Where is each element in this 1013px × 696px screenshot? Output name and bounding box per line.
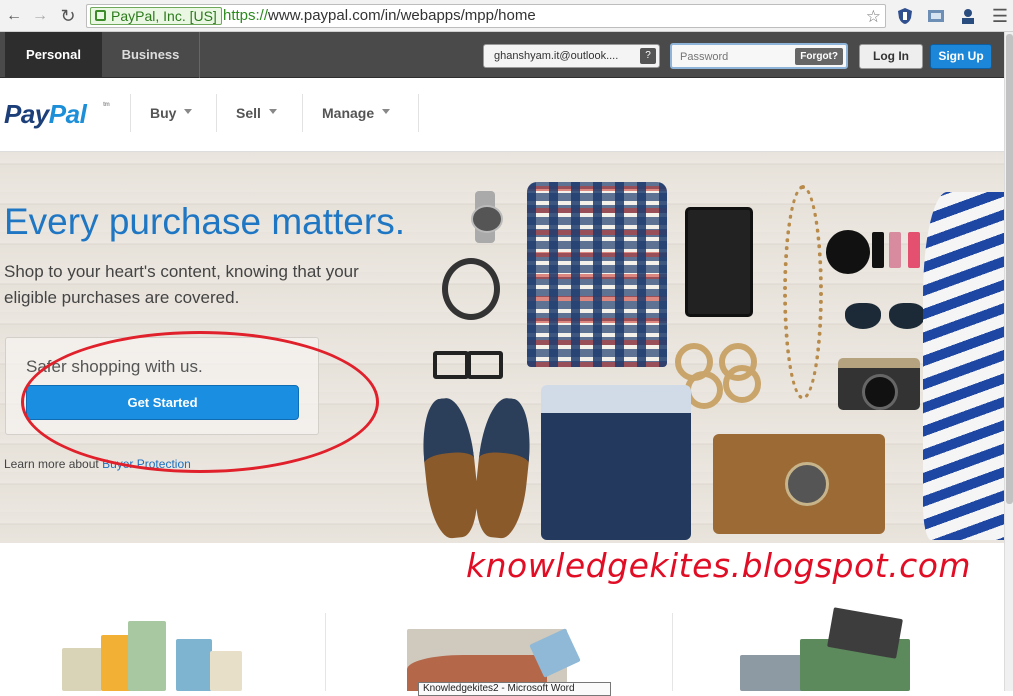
striped-dress-image: [923, 192, 1004, 540]
scrollbar-thumb[interactable]: [1006, 34, 1013, 504]
url-text[interactable]: https://www.paypal.com/in/webapps/mpp/ho…: [223, 5, 536, 27]
forward-arrow-icon[interactable]: →: [30, 6, 50, 26]
buyer-protection-link[interactable]: Buyer Protection: [102, 457, 191, 471]
nav-divider: [418, 94, 419, 132]
tablet-image: [685, 207, 753, 317]
hero-title: Every purchase matters.: [4, 201, 405, 242]
menu-icon[interactable]: ☰: [990, 6, 1010, 26]
logo-pay: Pay: [4, 99, 49, 129]
safer-shopping-box: Safer shopping with us. Get Started: [5, 337, 319, 435]
password-input[interactable]: [680, 48, 790, 66]
signup-button[interactable]: Sign Up: [930, 44, 992, 69]
browser-toolbar: ← → ↻ PayPal, Inc. [US] https://www.payp…: [0, 0, 1013, 32]
safer-shopping-label: Safer shopping with us.: [26, 357, 203, 376]
paypal-account-bar: Personal Business ghanshyam.it@outlook..…: [0, 32, 1004, 78]
chevron-down-icon: [382, 108, 391, 114]
shopping-bag-image: [62, 648, 102, 691]
chevron-down-icon: [268, 108, 277, 114]
column-divider: [672, 613, 673, 691]
watch-image: [471, 191, 503, 243]
nav-manage-label: Manage: [322, 105, 375, 121]
bangle: [723, 365, 761, 403]
shopping-bag-image: [101, 635, 131, 691]
jeans-image: [541, 385, 691, 540]
password-field-wrapper: Forgot?: [670, 43, 848, 69]
screenshot-extension-icon[interactable]: [926, 6, 946, 26]
tab-business[interactable]: Business: [102, 32, 200, 78]
nav-buy[interactable]: Buy: [130, 94, 216, 132]
login-button[interactable]: Log In: [859, 44, 923, 69]
shopping-bag-image: [210, 651, 242, 691]
chevron-down-icon: [184, 108, 193, 114]
compact-image: [826, 230, 870, 274]
learn-more-text: Learn more about Buyer Protection: [4, 457, 191, 471]
nav-sell-label: Sell: [236, 105, 261, 121]
learn-more-prefix: Learn more about: [4, 457, 99, 471]
email-field[interactable]: ghanshyam.it@outlook.... ?: [483, 44, 660, 68]
bookmark-star-icon[interactable]: ☆: [866, 6, 881, 28]
blog-watermark: knowledgekites.blogspot.com: [466, 546, 972, 585]
sunglasses-image: [845, 303, 925, 331]
lock-icon: [95, 10, 106, 21]
profile-extension-icon[interactable]: [958, 6, 978, 26]
eyeglasses-image: [433, 351, 503, 379]
belt-image: [442, 258, 500, 320]
shopping-bag-image: [128, 621, 166, 691]
main-navigation: PayPal tm Buy Sell Manage: [0, 78, 1004, 152]
shopping-bag-image: [176, 639, 212, 691]
shield-extension-icon[interactable]: [895, 6, 915, 26]
column-divider: [325, 613, 326, 691]
email-help-button[interactable]: ?: [640, 48, 656, 64]
plaid-shirt-image: [527, 182, 667, 367]
reload-icon[interactable]: ↻: [58, 6, 78, 26]
clutch-bag-image: [713, 434, 885, 534]
tab-personal[interactable]: Personal: [5, 32, 102, 78]
nail-polish-image: [872, 232, 884, 268]
url-scheme: https://: [223, 7, 269, 24]
back-arrow-icon[interactable]: ←: [4, 6, 24, 26]
taskbar-tooltip: Knowledgekites2 - Microsoft Word: [418, 682, 611, 696]
paypal-logo[interactable]: PayPal tm: [4, 99, 110, 130]
logo-pal: Pal: [48, 99, 87, 129]
url-path: www.paypal.com/in/webapps/mpp/home: [268, 7, 536, 24]
page-scrollbar[interactable]: [1004, 32, 1013, 691]
nail-polish-image: [889, 232, 901, 268]
nav-manage[interactable]: Manage: [302, 94, 418, 132]
nail-polish-image: [908, 232, 920, 268]
ev-certificate-badge[interactable]: PayPal, Inc. [US]: [90, 7, 222, 25]
nav-buy-label: Buy: [150, 105, 177, 121]
nav-sell[interactable]: Sell: [216, 94, 302, 132]
camera-image: [838, 358, 920, 410]
hero-subtitle: Shop to your heart's content, knowing th…: [4, 262, 359, 307]
necklace-image: [783, 185, 823, 400]
logo-trademark: tm: [103, 102, 110, 108]
get-started-button[interactable]: Get Started: [26, 385, 299, 420]
ev-label: PayPal, Inc. [US]: [111, 8, 217, 24]
email-value: ghanshyam.it@outlook....: [494, 50, 619, 62]
address-bar[interactable]: PayPal, Inc. [US] https://www.paypal.com…: [86, 4, 886, 28]
forgot-password-button[interactable]: Forgot?: [795, 48, 843, 65]
